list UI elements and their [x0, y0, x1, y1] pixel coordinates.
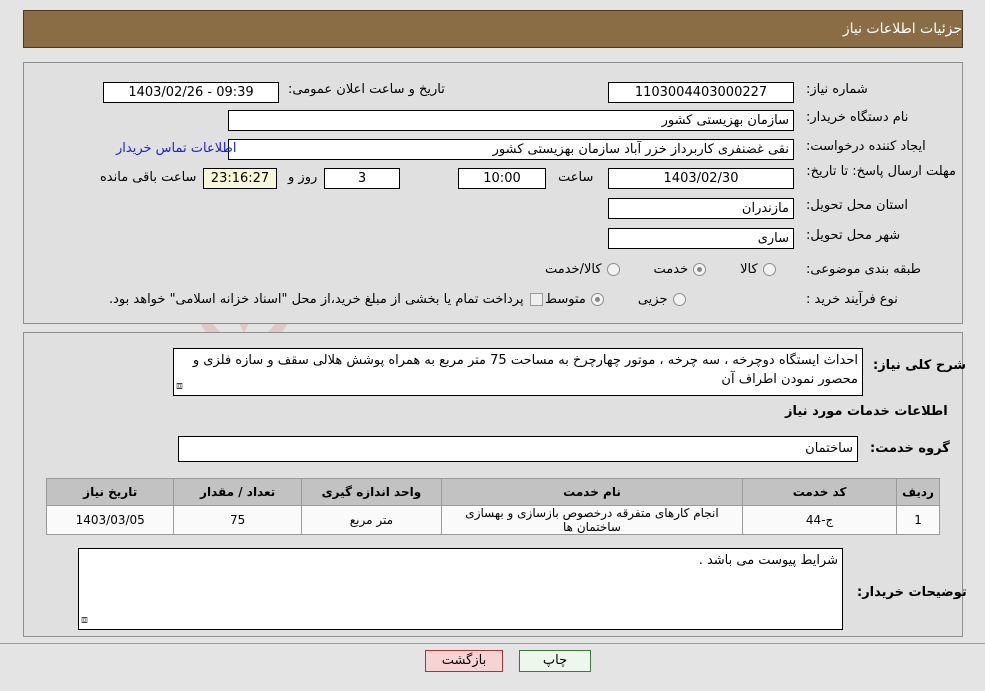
cell-unit: متر مربع [300, 505, 442, 535]
category-radio-kala-icon[interactable] [762, 263, 776, 276]
category-option-kala-label: کالا [740, 262, 758, 277]
deadline-hour-field[interactable]: 10:00 [458, 168, 546, 189]
process-option-motavaset[interactable]: متوسط [545, 292, 604, 307]
cell-service-name: انجام کارهای متفرقه درخصوص بازسازی و بهس… [440, 505, 744, 535]
table-header-row: ردیف کد خدمت نام خدمت واحد اندازه گیری ت… [45, 478, 940, 506]
col-row-no: ردیف [896, 478, 940, 506]
cell-row-no: 1 [896, 505, 940, 535]
process-radio-row: جزیی متوسط [545, 292, 686, 307]
need-number-label-wrap: شماره نیاز: [806, 82, 868, 97]
service-group-field[interactable]: ساختمان [178, 436, 858, 462]
col-quantity: تعداد / مقدار [173, 478, 302, 506]
countdown-field: 23:16:27 [203, 168, 277, 189]
page-title: جزئیات اطلاعات نیاز [842, 21, 962, 37]
need-number-label: شماره نیاز: [806, 82, 868, 97]
creator-label: ایجاد کننده درخواست: [806, 139, 926, 154]
days-remaining-field[interactable]: 3 [324, 168, 400, 189]
deadline-label-wrap: مهلت ارسال پاسخ: تا تاریخ: [806, 164, 956, 179]
cell-service-code: ج-44 [742, 505, 898, 535]
process-radio-jozii-icon[interactable] [672, 293, 686, 306]
col-unit: واحد اندازه گیری [300, 478, 442, 506]
description-label: شرح کلی نیاز: [873, 358, 967, 373]
resize-grip-icon[interactable]: ⧈ [176, 376, 183, 395]
buyer-org-label-wrap: نام دستگاه خریدار: [806, 110, 908, 125]
city-label-wrap: شهر محل تحویل: [806, 228, 900, 243]
process-option-jozii[interactable]: جزیی [638, 292, 686, 307]
deadline-label: مهلت ارسال پاسخ: تا تاریخ: [806, 164, 956, 179]
need-number-field[interactable]: 1103004403000227 [608, 82, 794, 103]
treasury-checkbox-label: پرداخت تمام یا بخشی از مبلغ خرید،از محل … [109, 292, 524, 307]
category-option-kala[interactable]: کالا [740, 262, 776, 277]
buyer-notes-textarea[interactable]: شرایط پیوست می باشد . ⧈ [78, 548, 843, 630]
countdown-label: ساعت باقی مانده [100, 170, 197, 185]
process-label-wrap: نوع فرآیند خرید : [806, 292, 898, 307]
treasury-checkbox-row[interactable]: پرداخت تمام یا بخشی از مبلغ خرید،از محل … [109, 292, 543, 307]
page-root: AriaTender.net جزئیات اطلاعات نیاز شماره… [0, 0, 985, 691]
category-option-kala-khedmat[interactable]: کالا/خدمت [545, 262, 620, 277]
category-label-wrap: طبقه بندی موضوعی: [806, 262, 921, 277]
footer-divider [0, 643, 985, 644]
description-text: احداث ایستگاه دوچرخه ، سه چرخه ، موتور چ… [192, 353, 858, 387]
creator-label-wrap: ایجاد کننده درخواست: [806, 139, 926, 154]
col-service-code: کد خدمت [742, 478, 898, 506]
category-radio-row: کالا خدمت کالا/خدمت [545, 262, 776, 277]
process-option-motavaset-label: متوسط [545, 292, 586, 307]
category-option-khedmat-label: خدمت [653, 262, 689, 277]
resize-grip-icon-notes[interactable]: ⧈ [81, 610, 88, 629]
announce-datetime-label: تاریخ و ساعت اعلان عمومی: [288, 82, 445, 97]
buyer-org-field[interactable]: سازمان بهزیستی کشور [228, 110, 794, 131]
buyer-notes-label: توضیحات خریدار: [857, 585, 967, 600]
category-radio-kala-khedmat-icon[interactable] [606, 263, 620, 276]
category-radio-khedmat-icon[interactable] [693, 263, 707, 276]
process-label: نوع فرآیند خرید : [806, 292, 898, 307]
service-group-label: گروه خدمت: [870, 441, 950, 456]
treasury-checkbox[interactable] [529, 293, 543, 306]
cell-need-date: 1403/03/05 [45, 505, 175, 535]
cell-quantity: 75 [173, 505, 302, 535]
print-button[interactable]: چاپ [519, 650, 591, 672]
deadline-date-field[interactable]: 1403/02/30 [608, 168, 794, 189]
deadline-hour-label: ساعت [558, 170, 594, 185]
category-option-khedmat[interactable]: خدمت [654, 262, 707, 277]
category-option-kala-khedmat-label: کالا/خدمت [545, 262, 602, 277]
services-table: ردیف کد خدمت نام خدمت واحد اندازه گیری ت… [45, 478, 940, 535]
col-service-name: نام خدمت [440, 478, 744, 506]
city-field[interactable]: ساری [608, 228, 794, 249]
creator-field[interactable]: نقی غضنفری کاربرداز خزر آباد سازمان بهزی… [228, 139, 794, 160]
process-radio-motavaset-icon[interactable] [590, 293, 604, 306]
announce-datetime-field[interactable]: 09:39 - 1403/02/26 [103, 82, 279, 103]
province-field[interactable]: مازندران [608, 198, 794, 219]
services-section-heading: اطلاعات خدمات مورد نیاز [785, 404, 948, 419]
process-option-jozii-label: جزیی [637, 292, 668, 307]
province-label-wrap: استان محل تحویل: [806, 198, 908, 213]
buyer-org-label: نام دستگاه خریدار: [806, 110, 909, 125]
category-label: طبقه بندی موضوعی: [806, 262, 922, 277]
back-button[interactable]: بازگشت [425, 650, 503, 672]
description-textarea[interactable]: احداث ایستگاه دوچرخه ، سه چرخه ، موتور چ… [173, 348, 863, 396]
page-title-bar: جزئیات اطلاعات نیاز [23, 10, 963, 48]
col-need-date: تاریخ نیاز [45, 478, 175, 506]
table-row: 1 ج-44 انجام کارهای متفرقه درخصوص بازساز… [45, 505, 940, 535]
province-label: استان محل تحویل: [806, 198, 908, 213]
announce-datetime-label-wrap: تاریخ و ساعت اعلان عمومی: [288, 82, 445, 97]
buyer-notes-text: شرایط پیوست می باشد . [698, 553, 838, 568]
buyer-contact-link[interactable]: اطلاعات تماس خریدار [116, 141, 236, 156]
days-remaining-label: روز و [288, 170, 318, 185]
city-label: شهر محل تحویل: [806, 228, 901, 243]
